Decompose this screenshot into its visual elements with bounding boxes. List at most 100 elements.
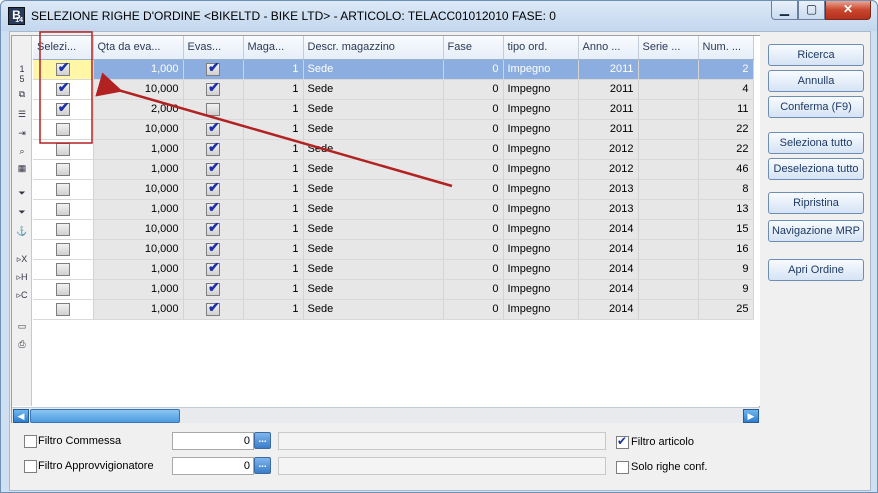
evaso-cell[interactable]	[183, 259, 244, 280]
select-checkbox[interactable]	[55, 182, 70, 196]
anno-cell[interactable]: 2014	[578, 239, 639, 260]
num-cell[interactable]: 22	[698, 139, 754, 160]
mag-cell[interactable]: 1	[243, 99, 304, 120]
evaso-cell[interactable]	[183, 279, 244, 300]
descr-cell[interactable]: Sede	[303, 239, 444, 260]
fase-cell[interactable]: 0	[443, 279, 504, 300]
evaso-checkbox[interactable]	[206, 159, 220, 176]
zoom-icon[interactable]: ⌕	[15, 145, 29, 157]
select-checkbox[interactable]	[55, 302, 70, 316]
mag-cell[interactable]: 1	[243, 119, 304, 140]
qta-cell[interactable]: 10,000	[93, 239, 184, 260]
serie-cell[interactable]	[638, 179, 699, 200]
qta-cell[interactable]: 1,000	[93, 159, 184, 180]
tipo-cell[interactable]: Impegno	[503, 79, 579, 100]
table-row[interactable]: 10,000 1Sede0Impegno2014 15	[33, 219, 754, 240]
close-button[interactable]: ✕	[825, 1, 871, 20]
evaso-checkbox[interactable]	[206, 119, 220, 136]
anno-cell[interactable]: 2014	[578, 299, 639, 320]
descr-cell[interactable]: Sede	[303, 199, 444, 220]
evaso-checkbox[interactable]	[206, 259, 220, 276]
serie-cell[interactable]	[638, 99, 699, 120]
annulla-button[interactable]: Annulla	[768, 70, 864, 92]
evaso-cell[interactable]	[183, 199, 244, 220]
serie-cell[interactable]	[638, 139, 699, 160]
minimize-button[interactable]: ▁	[771, 1, 798, 20]
qta-cell[interactable]: 1,000	[93, 199, 184, 220]
horizontal-scrollbar[interactable]: ◀ ▶	[12, 407, 760, 423]
fase-cell[interactable]: 0	[443, 219, 504, 240]
select-checkbox[interactable]	[55, 122, 70, 136]
approvv-lookup-button[interactable]: ...	[254, 457, 271, 474]
commessa-filter-checkbox[interactable]	[24, 435, 37, 448]
anno-cell[interactable]: 2014	[578, 279, 639, 300]
export-c-icon[interactable]: ▹C	[15, 289, 29, 301]
select-checkbox[interactable]	[55, 162, 70, 176]
num-cell[interactable]: 4	[698, 79, 754, 100]
evaso-cell[interactable]	[183, 179, 244, 200]
export-x-icon[interactable]: ▹X	[15, 253, 29, 265]
mag-cell[interactable]: 1	[243, 139, 304, 160]
qta-cell[interactable]: 10,000	[93, 119, 184, 140]
num-cell[interactable]: 2	[698, 59, 754, 80]
select-checkbox[interactable]	[55, 79, 70, 96]
export-h-icon[interactable]: ▹H	[15, 271, 29, 283]
select-cell[interactable]	[33, 79, 94, 100]
qta-cell[interactable]: 1,000	[93, 59, 184, 80]
fase-cell[interactable]: 0	[443, 99, 504, 120]
table-row[interactable]: 1,000 1Sede0Impegno2012 22	[33, 139, 754, 160]
qta-cell[interactable]: 10,000	[93, 219, 184, 240]
approvv-filter-checkbox[interactable]	[24, 460, 37, 473]
tipo-cell[interactable]: Impegno	[503, 239, 579, 260]
descr-cell[interactable]: Sede	[303, 139, 444, 160]
anno-cell[interactable]: 2011	[578, 79, 639, 100]
column-header[interactable]: Anno ...	[578, 36, 639, 60]
table-row[interactable]: 1,000 1Sede0Impegno2013 13	[33, 199, 754, 220]
num-cell[interactable]: 8	[698, 179, 754, 200]
anno-cell[interactable]: 2013	[578, 179, 639, 200]
evaso-cell[interactable]	[183, 299, 244, 320]
serie-cell[interactable]	[638, 119, 699, 140]
table-row[interactable]: 2,000 1Sede0Impegno2011 11	[33, 99, 754, 120]
serie-cell[interactable]	[638, 159, 699, 180]
fase-cell[interactable]: 0	[443, 59, 504, 80]
scroll-left-button[interactable]: ◀	[13, 409, 29, 423]
fase-cell[interactable]: 0	[443, 259, 504, 280]
tipo-cell[interactable]: Impegno	[503, 199, 579, 220]
solo-confirmed-checkbox[interactable]	[616, 461, 629, 474]
select-checkbox[interactable]	[55, 202, 70, 216]
anno-cell[interactable]: 2011	[578, 119, 639, 140]
articolo-filter-checkbox[interactable]	[616, 434, 629, 449]
column-header[interactable]: Selezi...	[33, 36, 94, 60]
table-row[interactable]: 1,000 1Sede0Impegno2014 9	[33, 259, 754, 280]
table-row[interactable]: 1,000 1Sede0Impegno2014 25	[33, 299, 754, 320]
column-header[interactable]: Maga...	[243, 36, 304, 60]
table-row[interactable]: 1,000 1Sede0Impegno2011 2	[33, 59, 754, 80]
tipo-cell[interactable]: Impegno	[503, 59, 579, 80]
fase-cell[interactable]: 0	[443, 159, 504, 180]
select-checkbox[interactable]	[55, 242, 70, 256]
open-order-button[interactable]: Apri Ordine	[768, 259, 864, 281]
num-cell[interactable]: 15	[698, 219, 754, 240]
select-checkbox[interactable]	[55, 262, 70, 276]
tipo-cell[interactable]: Impegno	[503, 219, 579, 240]
evaso-checkbox[interactable]	[206, 139, 220, 156]
evaso-cell[interactable]	[183, 79, 244, 100]
print-icon[interactable]: ⎙	[15, 338, 29, 350]
column-header[interactable]: tipo ord.	[503, 36, 579, 60]
descr-cell[interactable]: Sede	[303, 59, 444, 80]
select-cell[interactable]	[33, 279, 94, 300]
mag-cell[interactable]: 1	[243, 59, 304, 80]
descr-cell[interactable]: Sede	[303, 99, 444, 120]
evaso-cell[interactable]	[183, 59, 244, 80]
descr-cell[interactable]: Sede	[303, 279, 444, 300]
monitor-icon[interactable]: ▭	[15, 320, 29, 332]
grid-icon[interactable]: ▦	[15, 162, 29, 174]
import-icon[interactable]: ⇥	[15, 127, 29, 139]
serie-cell[interactable]	[638, 199, 699, 220]
select-checkbox[interactable]	[55, 222, 70, 236]
num-cell[interactable]: 13	[698, 199, 754, 220]
mag-cell[interactable]: 1	[243, 79, 304, 100]
mag-cell[interactable]: 1	[243, 179, 304, 200]
serie-cell[interactable]	[638, 79, 699, 100]
